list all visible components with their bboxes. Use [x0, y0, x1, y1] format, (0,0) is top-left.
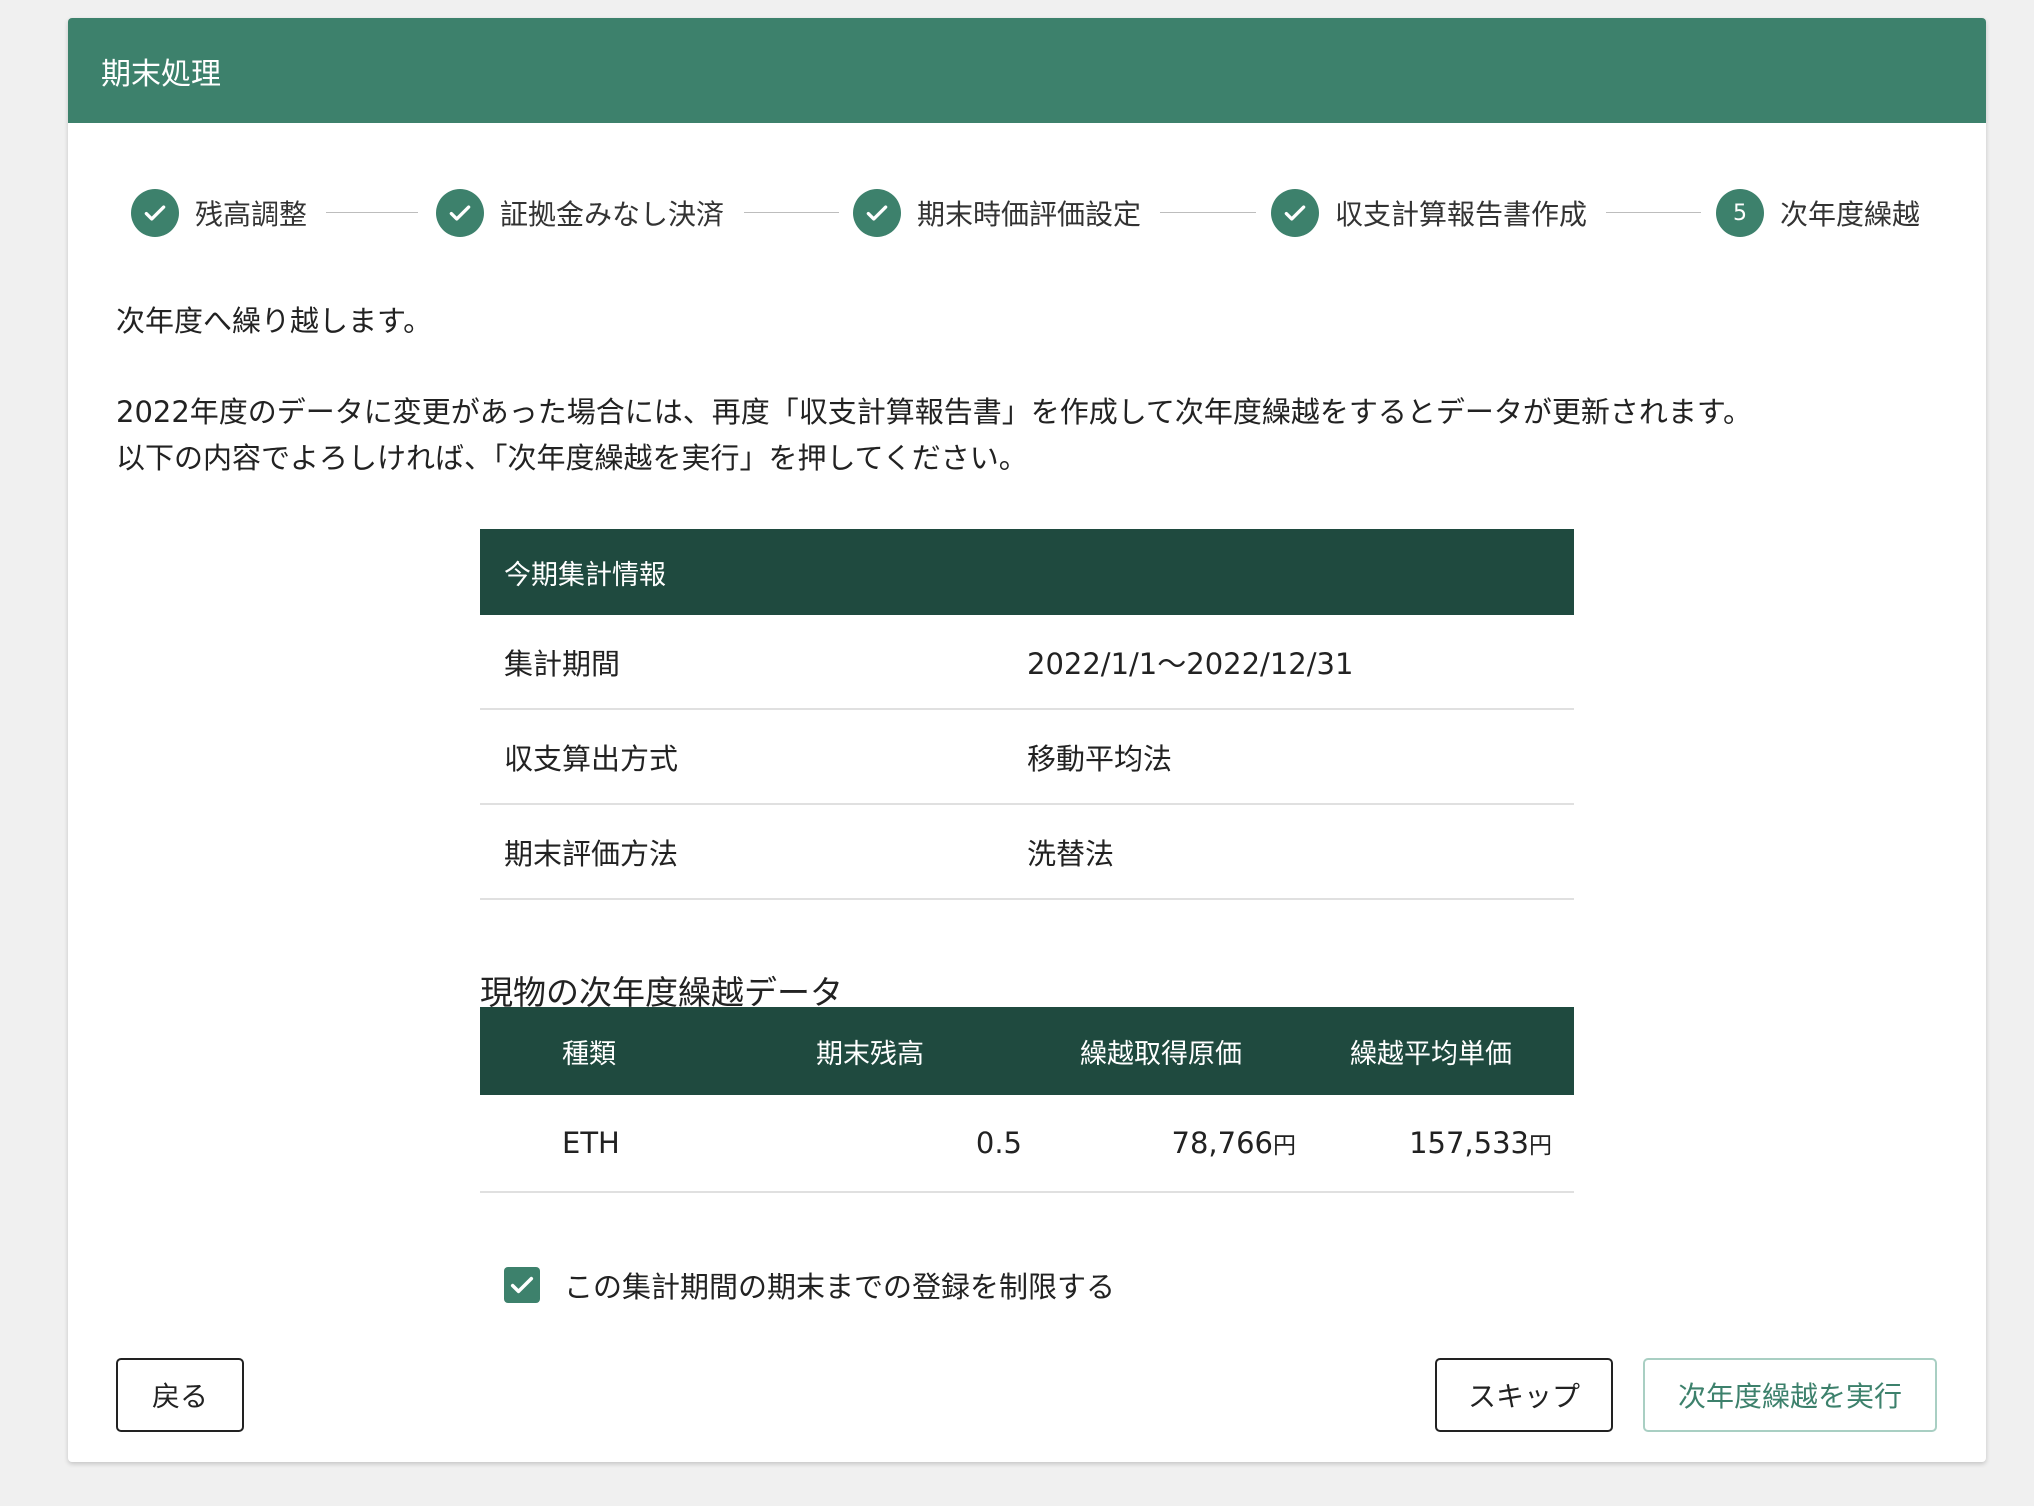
step-market-valuation[interactable]: 期末時価評価設定 [853, 188, 1141, 238]
step-carryover[interactable]: 5 次年度繰越 [1716, 188, 1920, 238]
check-icon [853, 189, 901, 237]
step-balance-adjustment[interactable]: 残高調整 [131, 188, 307, 238]
carryover-header-row: 種類 期末残高 繰越取得原価 繰越平均単価 [480, 1007, 1574, 1095]
column-header-balance: 期末残高 [816, 1038, 924, 1070]
summary-value: 2022/1/1〜2022/12/31 [1027, 646, 1354, 681]
summary-row: 期末評価方法 洗替法 [480, 805, 1574, 900]
back-button[interactable]: 戻る [116, 1358, 244, 1432]
check-icon [131, 189, 179, 237]
yen-unit: 円 [1529, 1133, 1552, 1159]
card-title: 期末処理 [68, 18, 1986, 123]
summary-title: 今期集計情報 [480, 529, 1574, 615]
check-icon [510, 1276, 534, 1294]
step-label: 証拠金みなし決済 [500, 198, 725, 231]
step-label: 残高調整 [195, 198, 308, 231]
yen-unit: 円 [1273, 1133, 1296, 1159]
restrict-checkbox[interactable] [504, 1267, 540, 1303]
cell-balance: 0.5 [975, 1126, 1022, 1160]
cell-type: ETH [562, 1126, 620, 1160]
period-end-card: 期末処理 残高調整 証拠金みなし決済 期末時価評価設定 収支計算報告書作成 5 … [68, 18, 1986, 1462]
intro-line: 2022年度のデータに変更があった場合には、再度「収支計算報告書」を作成して次年… [116, 395, 1753, 429]
table-row: ETH 0.5 78,766円 157,533円 [480, 1095, 1574, 1193]
step-margin-settlement[interactable]: 証拠金みなし決済 [436, 188, 724, 238]
check-icon [436, 189, 484, 237]
summary-label: 集計期間 [504, 646, 621, 681]
step-connector [326, 212, 418, 213]
cell-average: 157,533円 [1296, 1126, 1552, 1160]
column-header-type: 種類 [562, 1038, 616, 1070]
check-icon [1271, 189, 1319, 237]
step-connector [1160, 212, 1256, 213]
step-connector [1606, 212, 1701, 213]
step-label: 収支計算報告書作成 [1335, 198, 1588, 231]
summary-row: 収支算出方式 移動平均法 [480, 710, 1574, 805]
column-header-average: 繰越平均単価 [1350, 1038, 1512, 1070]
step-number-badge: 5 [1716, 189, 1764, 237]
intro-text: 次年度へ繰り越します。 2022年度のデータに変更があった場合には、再度「収支計… [116, 298, 1752, 481]
intro-line: 次年度へ繰り越します。 [116, 304, 433, 338]
step-label: 期末時価評価設定 [917, 198, 1142, 231]
carryover-table: 種類 期末残高 繰越取得原価 繰越平均単価 ETH 0.5 78,766円 15… [480, 1007, 1574, 1193]
summary-value: 移動平均法 [1027, 741, 1173, 776]
restrict-registration-option[interactable]: この集計期間の期末までの登録を制限する [504, 1264, 1115, 1306]
intro-line: 以下の内容でよろしければ、「次年度繰越を実行」を押してください。 [116, 441, 1028, 475]
summary-table: 今期集計情報 集計期間 2022/1/1〜2022/12/31 収支算出方式 移… [480, 529, 1574, 900]
cell-cost: 78,766円 [1022, 1126, 1296, 1160]
stepper: 残高調整 証拠金みなし決済 期末時価評価設定 収支計算報告書作成 5 次年度繰越 [68, 123, 1986, 263]
step-income-report[interactable]: 収支計算報告書作成 [1271, 188, 1587, 238]
cost-amount: 78,766 [1171, 1126, 1273, 1160]
summary-label: 期末評価方法 [504, 836, 679, 871]
skip-button[interactable]: スキップ [1435, 1358, 1613, 1432]
step-label: 次年度繰越 [1780, 198, 1921, 231]
step-connector [744, 212, 839, 213]
restrict-label: この集計期間の期末までの登録を制限する [564, 1270, 1116, 1304]
execute-carryover-button[interactable]: 次年度繰越を実行 [1643, 1358, 1937, 1432]
summary-label: 収支算出方式 [504, 741, 679, 776]
column-header-cost: 繰越取得原価 [1080, 1038, 1242, 1070]
average-amount: 157,533 [1409, 1126, 1529, 1160]
summary-row: 集計期間 2022/1/1〜2022/12/31 [480, 615, 1574, 710]
summary-value: 洗替法 [1027, 836, 1115, 871]
